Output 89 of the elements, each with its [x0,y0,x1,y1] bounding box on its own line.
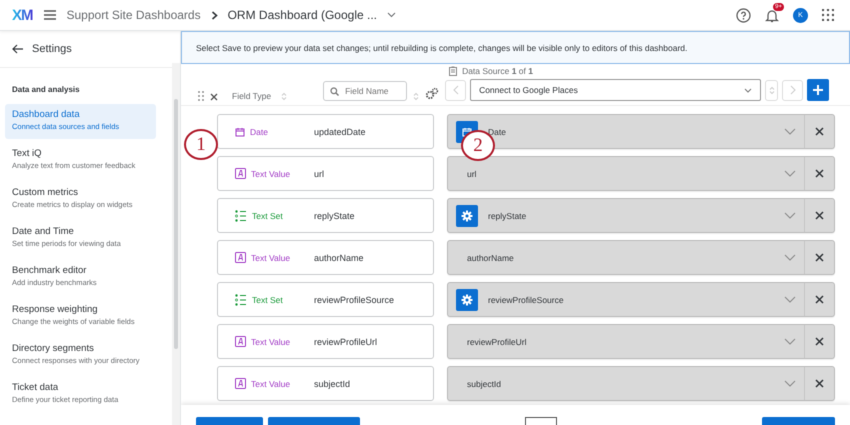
field-type-label: Text Set [252,210,283,220]
mapping-label: subjectId [467,378,502,388]
chevron-down-icon [784,338,796,345]
field-name: url [314,168,324,178]
chevron-down-icon [784,212,796,219]
mapping-dropdown[interactable]: url [447,156,835,191]
field-type-label: Text Value [251,378,290,388]
field-card[interactable]: Text Set reviewProfileSource [217,282,434,317]
list-icon [235,210,247,222]
bell-icon[interactable] [765,8,779,22]
info-banner: Select Save to preview your data set changes; until rebuilding is complete, changes will be visible only to editors of this dashboard. [181,31,850,64]
apps-grid-icon[interactable] [822,9,834,21]
mapping-label: authorName [467,252,515,262]
sort-icon [768,86,775,94]
mapping-dropdown[interactable]: authorName [447,240,835,275]
back-arrow-icon[interactable] [12,44,24,54]
field-type-label: Text Set [252,294,283,304]
breadcrumb-current: ORM Dashboard (Google ... [228,8,377,22]
field-type-label: Text Value [251,168,290,178]
plus-icon [813,85,824,95]
add-button[interactable] [807,79,830,101]
field-card[interactable]: Text Value reviewProfileUrl [217,324,434,359]
close-icon [815,253,824,262]
close-icon[interactable] [210,93,218,101]
chevron-down-icon [784,128,796,135]
help-icon[interactable] [736,8,751,22]
close-icon [815,337,824,346]
field-name: reviewProfileSource [314,294,394,304]
chevron-left-icon [452,85,459,95]
mapping-label: reviewProfileUrl [467,336,528,346]
mapping-dropdown[interactable]: reviewProfileSource [447,282,835,317]
caret-icon[interactable] [387,12,396,18]
field-type-label: Text Value [251,252,290,262]
field-card[interactable]: Text Set replyState [217,198,434,233]
chevron-right-icon [210,10,218,20]
section-heading: Data and analysis [11,84,81,96]
field-type-label: Date [250,126,268,136]
mapping-label: url [467,168,478,178]
data-source-label: Data Source 1 of 1 [462,66,533,76]
mapping-dropdown[interactable]: subjectId [447,366,835,401]
column-header[interactable]: Field Type [232,91,272,101]
field-name: replyState [314,210,355,220]
text-value-icon [235,378,246,389]
mapping-label: replyState [488,210,528,220]
type-badge[interactable] [456,288,478,310]
scrollbar-thumb[interactable] [174,99,178,349]
field-card[interactable]: Text Value authorName [217,240,434,275]
field-name: reviewProfileUrl [314,336,378,346]
field-name: updatedDate [314,126,366,136]
page-size-field[interactable] [525,417,557,425]
field-card[interactable]: Date updatedDate [217,114,434,149]
data-source-dropdown[interactable]: Connect to Google Places [470,79,762,101]
mapping-dropdown[interactable]: replyState [447,198,835,233]
field-name: authorName [314,252,364,262]
type-badge[interactable] [456,204,478,226]
text-value-icon [235,336,246,347]
drag-handle-icon[interactable] [198,91,204,101]
close-icon [815,295,824,304]
text-value-icon [235,252,246,263]
chevron-down-icon [784,380,796,387]
field-type-label: Text Value [251,336,290,346]
gears-icon[interactable] [425,87,440,101]
chevron-down-icon [784,296,796,303]
clipboard-icon [449,66,458,76]
list-icon [235,294,247,306]
menu-icon[interactable] [42,9,56,21]
close-icon [815,169,824,178]
add-field-button[interactable] [268,417,360,425]
close-icon [815,127,824,136]
mapping-dropdown[interactable]: reviewProfileUrl [447,324,835,359]
gear-icon [461,294,473,306]
close-icon [815,211,824,220]
callout-number: 1 [184,129,218,160]
breadcrumb-link[interactable]: Support Site Dashboards [66,8,201,22]
mapping-label: reviewProfileSource [488,294,565,304]
gear-icon [461,210,473,222]
add-field-button[interactable] [196,417,263,425]
field-name: subjectId [314,378,350,388]
close-icon [815,379,824,388]
field-card[interactable]: Text Value url [217,156,434,191]
chevron-right-icon [790,85,796,95]
chevron-down-icon [784,254,796,261]
calendar-icon [235,126,245,136]
settings-title: Settings [32,43,72,55]
field-card[interactable]: Text Value subjectId [217,366,434,401]
text-value-icon [235,168,246,179]
search-field[interactable]: Field Name [323,81,408,101]
chevron-down-icon [784,170,796,177]
chevron-down-icon [744,88,752,92]
